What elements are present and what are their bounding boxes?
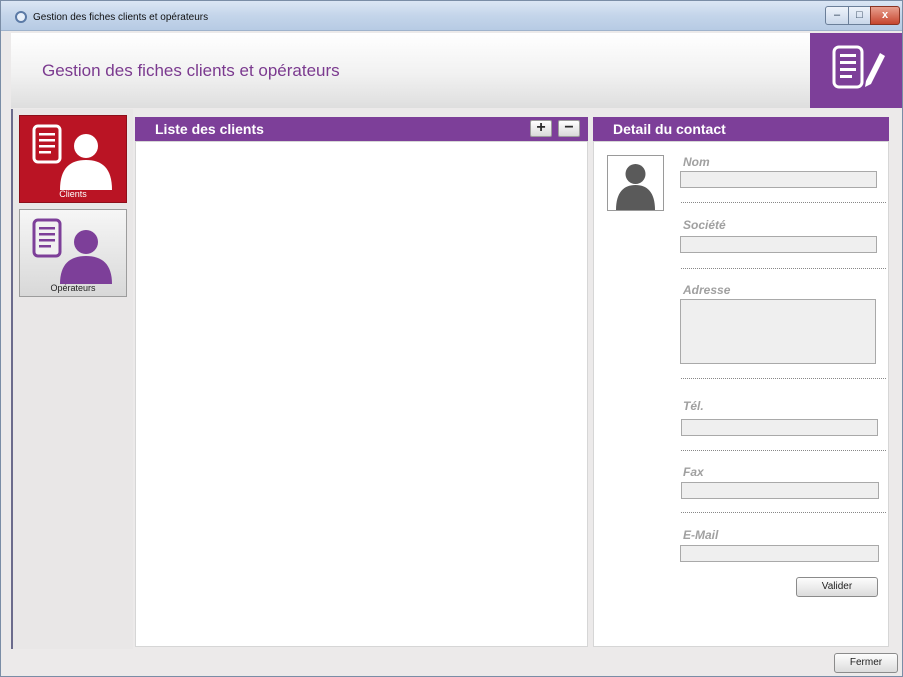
maximize-button[interactable]: □: [848, 6, 871, 25]
title-bar: Gestion des fiches clients et opérateurs: [1, 1, 902, 31]
fax-label: Fax: [683, 465, 704, 479]
page-title: Gestion des fiches clients et opérateurs: [42, 61, 340, 80]
contact-detail-panel: [593, 141, 889, 647]
valider-button[interactable]: Valider: [796, 577, 878, 597]
remove-client-button[interactable]: −: [558, 120, 580, 137]
sidebar-item-operateurs[interactable]: Opérateurs: [19, 209, 127, 297]
sidebar-item-label: Opérateurs: [50, 283, 96, 293]
tel-label: Tél.: [683, 399, 704, 413]
sidebar-item-label: Clients: [59, 189, 87, 199]
fermer-button[interactable]: Fermer: [834, 653, 898, 673]
client-contact-icon: [32, 124, 112, 190]
person-silhouette-icon: [616, 164, 655, 210]
societe-label: Société: [683, 218, 726, 232]
fax-field[interactable]: [681, 482, 879, 499]
societe-field[interactable]: [680, 236, 877, 253]
adresse-field[interactable]: [680, 299, 876, 364]
sidebar-nav: Clients Opérateurs: [11, 109, 133, 649]
client-list[interactable]: [135, 141, 588, 647]
nom-label: Nom: [683, 155, 710, 169]
add-client-button[interactable]: +: [530, 120, 552, 137]
contact-detail-header: Detail du contact: [593, 117, 889, 141]
divider: [681, 268, 886, 269]
document-edit-icon: [810, 33, 902, 108]
divider: [681, 450, 886, 451]
client-list-header: Liste des clients: [135, 117, 588, 141]
divider: [681, 378, 886, 379]
divider: [681, 512, 886, 513]
tel-field[interactable]: [681, 419, 878, 436]
email-label: E-Mail: [683, 528, 719, 542]
avatar[interactable]: [607, 155, 664, 211]
adresse-label: Adresse: [683, 283, 731, 297]
app-icon: [15, 11, 27, 23]
header-banner: Gestion des fiches clients et opérateurs: [11, 33, 902, 108]
sidebar-item-clients[interactable]: Clients: [19, 115, 127, 203]
operator-contact-icon: [32, 218, 112, 284]
close-window-button[interactable]: x: [870, 6, 900, 25]
email-field[interactable]: [680, 545, 879, 562]
minimize-button[interactable]: –: [825, 6, 849, 25]
nom-field[interactable]: [680, 171, 877, 188]
app-window: Gestion des fiches clients et opérateurs…: [0, 0, 903, 677]
divider: [681, 202, 886, 203]
window-title: Gestion des fiches clients et opérateurs: [33, 12, 209, 23]
